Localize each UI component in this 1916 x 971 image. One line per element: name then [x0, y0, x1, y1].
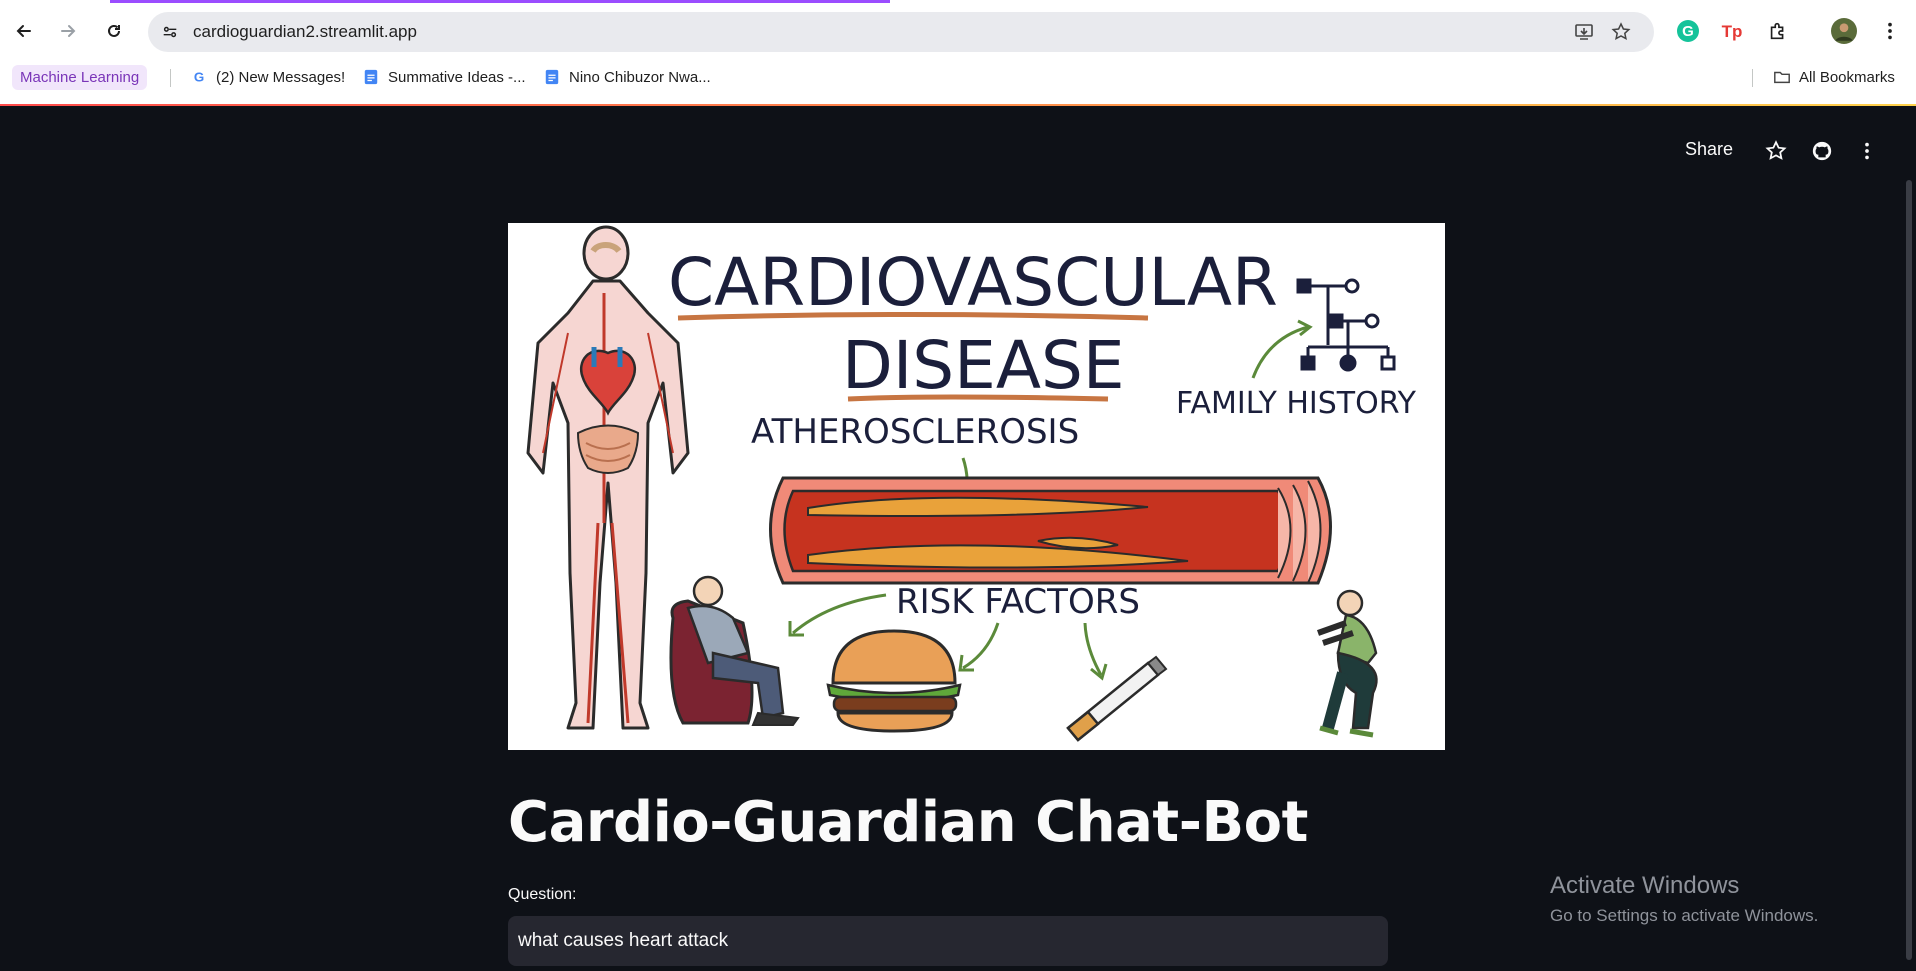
github-icon[interactable]: [1809, 138, 1835, 164]
forward-button[interactable]: [52, 15, 84, 47]
bookmark-label: Nino Chibuzor Nwa...: [569, 68, 711, 86]
cardiovascular-disease-image: CARDIOVASCULAR DISEASE FAMILY HISTORY AT…: [508, 223, 1445, 750]
arrow-left-icon: [16, 25, 31, 37]
browser-menu-icon[interactable]: [1876, 17, 1904, 45]
hero-family-history: FAMILY HISTORY: [1176, 386, 1417, 421]
sedentary-person-illustration: [669, 575, 800, 726]
hero-title-line1: CARDIOVASCULAR: [668, 244, 1278, 321]
bookmark-divider: [170, 69, 171, 87]
google-icon: G: [190, 68, 208, 86]
hero-title-line2: DISEASE: [842, 327, 1125, 404]
bookmark-divider: [1752, 69, 1753, 87]
scrollbar[interactable]: [1906, 180, 1912, 960]
bookmarks-bar: Machine Learning G (2) New Messages! Sum…: [0, 59, 1916, 95]
human-body-illustration: [526, 225, 690, 730]
streamlit-app: Share CARDIOVASCULAR DISEASE FAMILY HIST…: [0, 106, 1916, 971]
google-docs-icon: [362, 68, 380, 86]
share-button[interactable]: Share: [1685, 139, 1733, 160]
bookmark-label: (2) New Messages!: [216, 68, 346, 86]
profile-avatar[interactable]: [1830, 17, 1858, 45]
url-text[interactable]: cardioguardian2.streamlit.app: [193, 22, 417, 42]
question-label: Question:: [508, 886, 577, 903]
reload-button[interactable]: [98, 15, 130, 47]
app-header: Share: [1666, 136, 1916, 166]
site-info-icon[interactable]: [158, 20, 182, 44]
bookmark-nino-chibuzor[interactable]: Nino Chibuzor Nwa...: [543, 65, 711, 89]
bookmark-folder-machine-learning[interactable]: Machine Learning: [12, 65, 148, 90]
hero-atherosclerosis: ATHEROSCLEROSIS: [751, 412, 1079, 452]
address-bar[interactable]: cardioguardian2.streamlit.app: [148, 12, 1654, 52]
folder-icon: [1773, 68, 1791, 86]
all-bookmarks-label: All Bookmarks: [1799, 68, 1895, 86]
arrow-right-icon: [61, 25, 76, 37]
bookmark-label: Summative Ideas -...: [388, 68, 526, 86]
google-docs-icon: [543, 68, 561, 86]
back-button[interactable]: [8, 15, 40, 47]
windows-activation-watermark: Activate Windows Go to Settings to activ…: [1550, 872, 1818, 926]
extensions-puzzle-icon[interactable]: [1764, 17, 1792, 45]
page-title: Cardio-Guardian Chat-Bot: [508, 790, 1308, 855]
svg-text:G: G: [194, 69, 204, 84]
artery-illustration: [769, 476, 1332, 585]
burger-illustration: [826, 629, 962, 733]
svg-text:G: G: [1682, 23, 1694, 40]
tp-extension-icon[interactable]: Tp: [1718, 17, 1746, 45]
bookmark-label: Machine Learning: [20, 69, 140, 86]
reload-icon: [108, 24, 120, 37]
all-bookmarks-button[interactable]: All Bookmarks: [1773, 65, 1895, 89]
star-icon[interactable]: [1763, 138, 1789, 164]
watermark-subtitle: Go to Settings to activate Windows.: [1550, 906, 1819, 925]
app-menu-icon[interactable]: [1854, 138, 1880, 164]
bookmark-star-icon[interactable]: [1609, 20, 1633, 44]
watermark-title: Activate Windows: [1550, 872, 1740, 899]
cigarette-illustration: [1066, 655, 1168, 742]
family-tree-icon: [1296, 278, 1396, 372]
question-input[interactable]: [508, 916, 1388, 966]
bookmark-summative-ideas[interactable]: Summative Ideas -...: [362, 65, 526, 89]
bookmark-new-messages[interactable]: G (2) New Messages!: [190, 65, 345, 89]
hero-risk-factors: RISK FACTORS: [896, 582, 1140, 622]
browser-toolbar: cardioguardian2.streamlit.app G Tp: [0, 3, 1916, 59]
install-app-icon[interactable]: [1572, 20, 1596, 44]
exercising-person-illustration: [1316, 589, 1378, 738]
svg-text:Tp: Tp: [1722, 22, 1743, 41]
browser-chrome: cardioguardian2.streamlit.app G Tp Machi…: [0, 0, 1916, 106]
grammarly-icon[interactable]: G: [1674, 17, 1702, 45]
